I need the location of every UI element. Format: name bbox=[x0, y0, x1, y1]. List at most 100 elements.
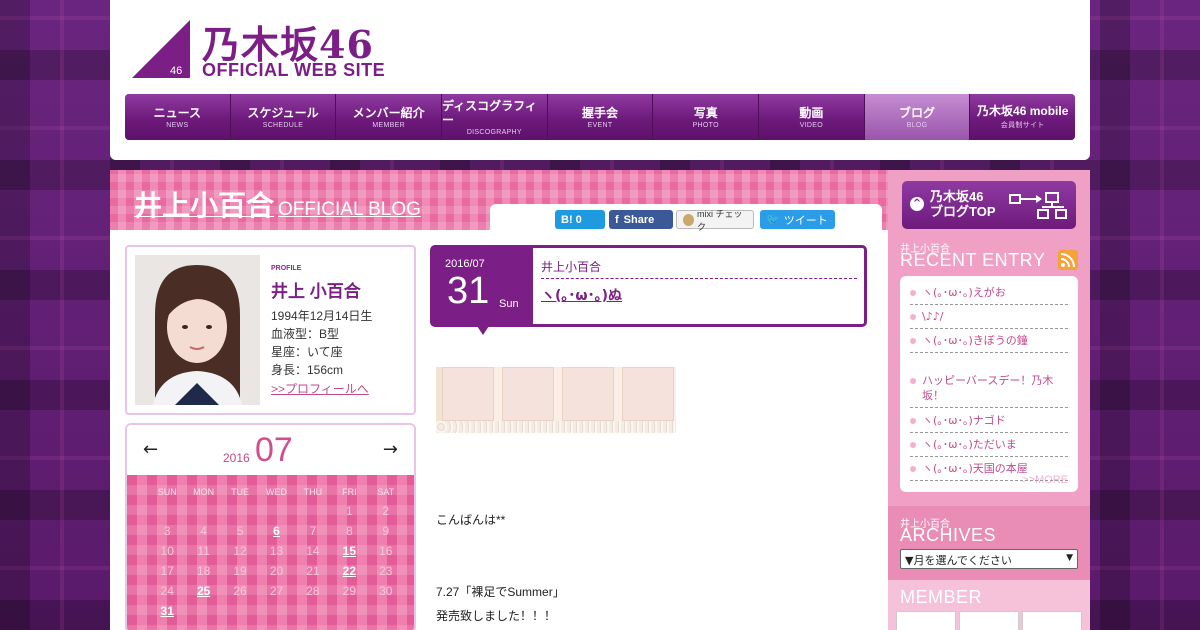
recent-heading: RECENT ENTRY bbox=[900, 250, 1046, 270]
profile-birthday: 1994年12月14日生 bbox=[271, 309, 373, 323]
calendar-day bbox=[185, 601, 221, 621]
calendar-day: 17 bbox=[160, 564, 174, 578]
calendar-day bbox=[295, 601, 331, 621]
mixi-icon bbox=[683, 213, 694, 226]
calendar-day[interactable]: 15 bbox=[331, 541, 367, 561]
entry-weekday: Sun bbox=[499, 298, 519, 310]
recent-entry-link[interactable]: ヽ(｡･ω･｡)ナゴド bbox=[910, 410, 1068, 433]
prev-month-arrow-icon[interactable]: ← bbox=[143, 439, 158, 460]
nav-item-schedule[interactable]: スケジュール SCHEDULE bbox=[230, 94, 337, 140]
site-header: 46 乃木坂46 OFFICIAL WEB SITE ニュース NEWS スケジュー… bbox=[110, 0, 1090, 160]
calendar-year: 2016 bbox=[223, 451, 250, 465]
nav-item-news[interactable]: ニュース NEWS bbox=[125, 94, 231, 140]
chevron-up-icon: ^ bbox=[910, 197, 924, 211]
hatena-bookmark-button[interactable]: B! 0 bbox=[555, 210, 605, 229]
calendar-day bbox=[258, 501, 294, 521]
next-month-arrow-icon[interactable]: → bbox=[383, 439, 398, 460]
svg-text:46: 46 bbox=[170, 65, 182, 77]
member-thumbnail[interactable] bbox=[959, 611, 1019, 630]
calendar-day: 3 bbox=[163, 524, 171, 538]
blog-top-button[interactable]: ^ 乃木坂46 ブログTOP bbox=[902, 181, 1076, 229]
calendar-day: 14 bbox=[306, 544, 320, 558]
member-thumbnail[interactable] bbox=[1022, 611, 1082, 630]
profile-height: 身長：156cm bbox=[271, 363, 344, 377]
nav-item-video[interactable]: 動画 VIDEO bbox=[759, 94, 865, 140]
entry-text-line: 発売致しました！！！ bbox=[436, 609, 557, 623]
calendar-day bbox=[258, 601, 294, 621]
profile-name: 井上 小百合 bbox=[271, 282, 361, 301]
calendar-day: 21 bbox=[306, 564, 320, 578]
nav-item-member[interactable]: メンバー紹介 MEMBER bbox=[336, 94, 443, 140]
calendar-day bbox=[185, 501, 221, 521]
calendar-month: 07 bbox=[255, 431, 293, 469]
entry-author: 井上小百合 bbox=[541, 258, 857, 279]
calendar-day: 1 bbox=[346, 504, 353, 518]
archive-month-select[interactable]: ▼月を選んでください ▼ bbox=[900, 549, 1078, 569]
entry-image bbox=[436, 367, 676, 433]
entry-year-month: 2016/07 bbox=[445, 258, 485, 270]
archive-heading: ARCHIVES bbox=[900, 525, 997, 545]
nav-item-photo[interactable]: 写真 PHOTO bbox=[653, 94, 760, 140]
calendar-day: 9 bbox=[382, 524, 390, 538]
entry-header: 2016/07 31 Sun 井上小百合 ヽ(｡･ω･｡)ぬ bbox=[430, 245, 867, 335]
mixi-check-button[interactable]: mixi チェック bbox=[676, 209, 754, 232]
calendar-day: 28 bbox=[306, 584, 320, 598]
portrait-image bbox=[135, 255, 260, 405]
facebook-share-button[interactable]: f Share bbox=[609, 210, 673, 229]
blog-top-label: 乃木坂46 ブログTOP bbox=[930, 189, 996, 219]
calendar-day bbox=[222, 601, 258, 621]
calendar-day: 23 bbox=[379, 564, 393, 578]
calendar: ← 2016 07 → SUN MON TUE WED THU FRI SAT 1 2 3 4 5 6 7… bbox=[125, 423, 416, 630]
rss-icon[interactable] bbox=[1058, 250, 1078, 270]
entry-title[interactable]: ヽ(｡･ω･｡)ぬ bbox=[541, 285, 622, 305]
tweet-button[interactable]: 🐦 ツイート bbox=[760, 210, 835, 229]
calendar-day: 18 bbox=[196, 564, 211, 578]
entry-date: 2016/07 31 Sun bbox=[433, 248, 533, 335]
recent-entry-link[interactable]: ヽ(｡･ω･｡)ただいま bbox=[910, 434, 1068, 457]
calendar-day bbox=[368, 601, 404, 621]
nav-item--[interactable]: 乃木坂46 mobile 会員制サイト bbox=[970, 94, 1075, 140]
entry-text-line: こんばんは** bbox=[436, 513, 506, 527]
profile-sign: 星座：いて座 bbox=[271, 345, 343, 359]
dropdown-caret-icon: ▼ bbox=[1066, 553, 1073, 563]
sidebar: ^ 乃木坂46 ブログTOP 井上小百合 RECENT ENTRY >>MORE … bbox=[888, 170, 1090, 630]
calendar-weekday: WED bbox=[265, 487, 287, 497]
facebook-icon: f bbox=[615, 213, 619, 226]
logo-subtitle[interactable]: OFFICIAL WEB SITE bbox=[202, 60, 385, 81]
calendar-day[interactable]: 25 bbox=[185, 581, 221, 601]
calendar-day: 13 bbox=[269, 544, 284, 558]
calendar-day[interactable]: 31 bbox=[149, 601, 185, 621]
blog-title[interactable]: 井上小百合 OFFICIAL BLOG bbox=[134, 184, 421, 224]
calendar-weekday: SUN bbox=[157, 487, 177, 497]
calendar-header: ← 2016 07 → bbox=[127, 425, 414, 475]
calendar-day[interactable]: 6 bbox=[258, 521, 294, 541]
calendar-day[interactable]: 22 bbox=[331, 561, 367, 581]
calendar-day: 27 bbox=[269, 584, 284, 598]
member-thumbnail[interactable] bbox=[896, 611, 956, 630]
recent-entry-link[interactable]: ヽ(｡･ω･｡)えがお bbox=[910, 282, 1068, 305]
sitemap-icon bbox=[1009, 192, 1067, 219]
profile-photo[interactable] bbox=[135, 255, 260, 405]
calendar-grid: SUN MON TUE WED THU FRI SAT 1 2 3 4 5 6 7 8 9 10 11 12 13 14… bbox=[149, 483, 404, 621]
calendar-weekday: FRI bbox=[342, 487, 357, 497]
logo-triangle-icon[interactable]: 46 bbox=[132, 20, 190, 78]
calendar-day bbox=[331, 601, 367, 621]
recent-entry-link[interactable]: ハッピーバースデー！乃木坂！ bbox=[910, 370, 1068, 408]
calendar-day: 19 bbox=[233, 564, 247, 578]
recent-entry-link[interactable]: ヽ(｡･ω･｡)天国の本屋 bbox=[910, 458, 1068, 481]
nav-item-event[interactable]: 握手会 EVENT bbox=[547, 94, 654, 140]
calendar-day: 30 bbox=[379, 584, 393, 598]
recent-entry-link[interactable]: ヽ(｡･ω･｡)きぼうの鐘 bbox=[910, 330, 1068, 353]
profile-link[interactable]: >>プロフィールへ bbox=[271, 380, 369, 397]
recent-entries-list: >>MORE ヽ(｡･ω･｡)えがお \♪♪/ヽ(｡･ω･｡)きぼうの鐘 ハッピーバ… bbox=[900, 276, 1078, 492]
calendar-day: 16 bbox=[379, 544, 393, 558]
nav-item-blog[interactable]: ブログ BLOG bbox=[864, 94, 971, 140]
recent-entry-link[interactable]: \♪♪/ bbox=[910, 306, 1068, 329]
calendar-day: 12 bbox=[233, 544, 247, 558]
calendar-day: 8 bbox=[346, 524, 353, 538]
calendar-weekday: TUE bbox=[231, 487, 250, 497]
calendar-day: 5 bbox=[236, 524, 244, 538]
calendar-weekday: THU bbox=[303, 487, 323, 497]
nav-item-discography[interactable]: ディスコグラフィー DISCOGRAPHY bbox=[442, 94, 548, 140]
calendar-weekday: SAT bbox=[377, 487, 395, 497]
